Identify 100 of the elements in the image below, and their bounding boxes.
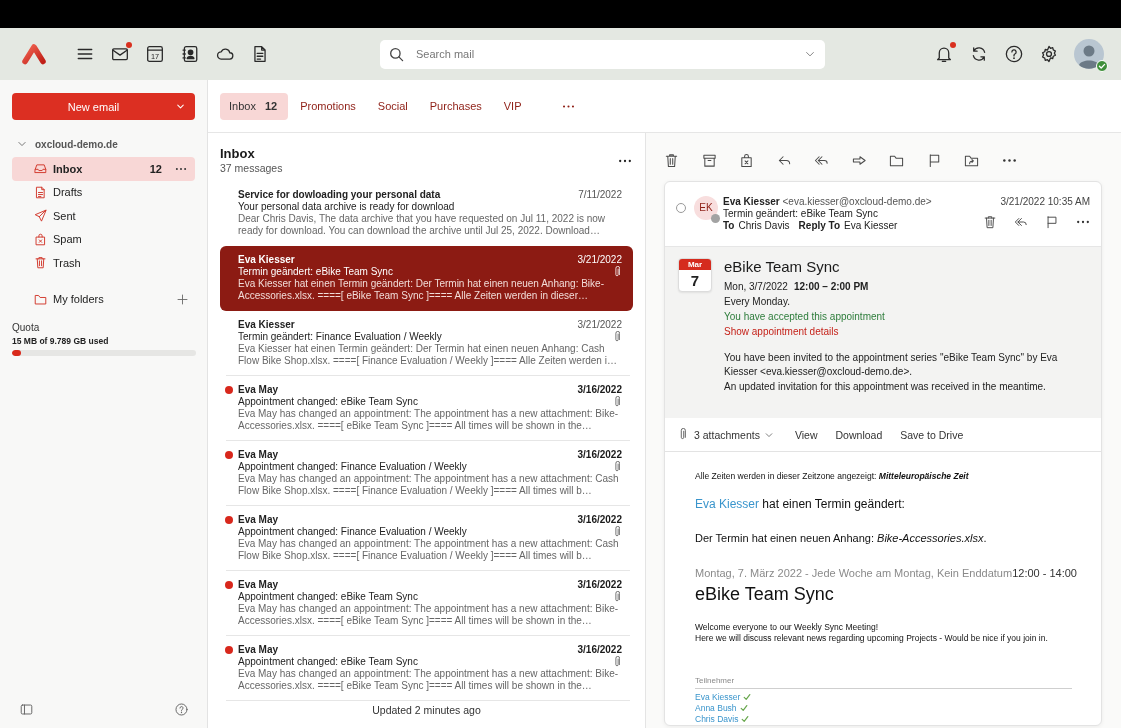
message-date: 3/21/2022 bbox=[577, 319, 622, 331]
event-title: eBike Team Sync bbox=[695, 583, 834, 604]
quota-label: Quota bbox=[12, 322, 41, 334]
attachment-action-button[interactable]: Download bbox=[835, 428, 883, 441]
message-date: 3/16/2022 bbox=[577, 514, 622, 526]
settings-icon[interactable] bbox=[1040, 45, 1058, 63]
avatar-icon[interactable] bbox=[1074, 39, 1104, 69]
trash-icon[interactable] bbox=[983, 215, 997, 229]
refresh-icon[interactable] bbox=[970, 45, 988, 63]
attachment-action-button[interactable]: Save to Drive bbox=[900, 428, 964, 441]
welcome-text: Here we will discuss relevant news regarding upcoming Projects - Would be nice if you join in. bbox=[695, 632, 1049, 644]
paper-plane-icon bbox=[34, 209, 47, 223]
help-icon[interactable] bbox=[1005, 45, 1023, 63]
to-label: To bbox=[723, 220, 735, 232]
inbox-tray-icon bbox=[34, 162, 47, 176]
category-tab[interactable]: Promotions bbox=[290, 92, 366, 120]
logo-icon[interactable] bbox=[21, 43, 47, 65]
sender-name: Eva May bbox=[238, 384, 279, 396]
bag-cross-icon bbox=[34, 232, 47, 246]
message-preview: Eva May has changed an appointment: The appointment has a new attachment: Bike-Accessories.xlsx. ====[ eBike Team Sync ]==== All times will be shown in the… bbox=[238, 408, 620, 432]
attachment-notice: Der Termin hat einen neuen Anhang: Bike-Accessories.xlsx. bbox=[695, 530, 988, 546]
plus-icon[interactable] bbox=[177, 293, 188, 305]
bag-cross-icon[interactable] bbox=[739, 152, 754, 168]
folder-item[interactable]: Trash bbox=[12, 251, 195, 275]
chevron-down-icon[interactable] bbox=[175, 101, 186, 112]
cloud-icon[interactable] bbox=[216, 45, 234, 63]
message-subject: Termin geändert: Finance Evaluation / Weekly bbox=[238, 331, 442, 343]
sender-name: Eva Kiesser bbox=[723, 196, 780, 207]
new-email-button[interactable]: New email bbox=[12, 93, 195, 120]
select-checkbox[interactable] bbox=[676, 203, 686, 213]
search-input[interactable]: Search mail bbox=[416, 48, 792, 60]
acceptance-status: You have accepted this appointment bbox=[724, 311, 885, 322]
participants-heading: Teilnehmer bbox=[695, 675, 735, 685]
folder-icon bbox=[34, 292, 47, 306]
message-preview: Eva Kiesser hat einen Termin geändert: Der Termin hat einen neuen Anhang: Cash Flow Bike Shop.xlsx. ====[ Finance Evaluation / Weekly ]==== Alle Zeiten werden i… bbox=[238, 343, 618, 367]
contacts-icon[interactable] bbox=[181, 45, 199, 63]
category-tab[interactable]: Social bbox=[367, 92, 418, 120]
folder-item[interactable]: Spam bbox=[12, 227, 195, 251]
message-date: 3/21/2022 bbox=[577, 254, 622, 266]
sender-name: Eva Kiesser bbox=[238, 319, 295, 331]
message-subject: Termin geändert: eBike Team Sync bbox=[238, 266, 393, 278]
email-subject: Termin geändert: eBike Team Sync bbox=[723, 208, 878, 219]
email-date: 3/21/2022 10:35 AM bbox=[1000, 196, 1090, 208]
participant-link[interactable]: Anna Bush bbox=[695, 702, 737, 714]
sender-name: Eva May bbox=[238, 644, 279, 656]
paperclip-icon bbox=[679, 428, 686, 441]
category-tab[interactable]: VIP bbox=[493, 92, 532, 120]
list-title: Inbox bbox=[220, 146, 256, 162]
flag-icon[interactable] bbox=[1045, 215, 1059, 229]
archive-box-icon[interactable] bbox=[701, 152, 717, 168]
account-tree-item[interactable]: oxcloud-demo.de bbox=[12, 136, 195, 152]
month-label: Mar bbox=[679, 259, 711, 270]
message-preview: Eva May has changed an appointment: The appointment has a new attachment: Cash Flow Bike Shop.xlsx. ====[ Finance Evaluation / Weekly ]==== All times will b… bbox=[238, 538, 620, 562]
invitation-text: You have been invited to the appointment series "eBike Team Sync" by Eva Kiesser <eva.kiesser@oxcloud-demo.de>. bbox=[724, 350, 1059, 379]
message-subject: Appointment changed: eBike Team Sync bbox=[238, 656, 418, 668]
sender-name: Eva Kiesser bbox=[238, 254, 295, 266]
message-item[interactable] bbox=[220, 246, 633, 311]
reply-all-icon[interactable] bbox=[1014, 215, 1028, 229]
message-preview: Eva Kiesser hat einen Termin geändert: Der Termin hat einen neuen Anhang: Bike-Accessories.xlsx. ====[ eBike Team Sync ]==== Alle Zeiten werden in dieser… bbox=[238, 278, 605, 302]
sender-name: Eva May bbox=[238, 514, 279, 526]
document-icon bbox=[34, 185, 47, 199]
sender-name: Service for dowloading your personal data bbox=[238, 189, 441, 201]
welcome-text: Welcome everyone to our Weekly Sync Meeting! bbox=[695, 621, 879, 633]
participant-link[interactable]: Eva Kiesser bbox=[695, 691, 741, 703]
appointment-time: 12:00 – 2:00 PM bbox=[793, 281, 869, 292]
folder-item[interactable]: Sent bbox=[12, 204, 195, 228]
bell-icon[interactable] bbox=[935, 45, 953, 63]
folder-item[interactable]: Drafts bbox=[12, 180, 195, 204]
message-date: 3/16/2022 bbox=[577, 644, 622, 656]
message-date: 3/16/2022 bbox=[577, 384, 622, 396]
attachment-action-button[interactable]: View bbox=[794, 428, 818, 441]
calendar-icon[interactable]: 17 bbox=[146, 45, 164, 63]
sidebar-toggle-icon[interactable] bbox=[20, 703, 33, 716]
message-preview: Eva May has changed an appointment: The appointment has a new attachment: Bike-Accessories.xlsx. ====[ eBike Team Sync ]==== All times will be shown in the… bbox=[238, 668, 620, 692]
show-details-link[interactable]: Show appointment details bbox=[724, 326, 839, 337]
category-tab[interactable]: Purchases bbox=[419, 92, 492, 120]
search-bar[interactable]: Search mail bbox=[380, 39, 825, 69]
trash-icon[interactable] bbox=[664, 152, 679, 168]
message-subject: Appointment changed: eBike Team Sync bbox=[238, 396, 418, 408]
folder-item[interactable]: Inbox 12 bbox=[12, 157, 195, 181]
message-date: 3/16/2022 bbox=[577, 449, 622, 461]
event-schedule: Montag, 7. März 2022 - Jede Woche am Montag, Kein Enddatum bbox=[695, 565, 1013, 581]
invitation-text: An updated invitation for this appointment was received in the meantime. bbox=[724, 379, 1047, 394]
timezone-note: Alle Zeiten werden in dieser Zeitzone angezeigt: Mitteleuropäische Zeit bbox=[695, 470, 970, 482]
sender-email: <eva.kiesser@oxcloud-demo.de> bbox=[782, 196, 932, 207]
reply-to-label: Reply To bbox=[798, 220, 841, 232]
category-tab[interactable]: Inbox 12 bbox=[220, 92, 289, 120]
message-count: 37 messages bbox=[220, 162, 283, 175]
message-subject: Your personal data archive is ready for download bbox=[238, 201, 455, 213]
attachments-dropdown[interactable]: 3 attachments bbox=[694, 428, 774, 441]
sender-avatar: EK bbox=[694, 196, 718, 220]
document-icon[interactable] bbox=[251, 45, 269, 63]
mail-icon[interactable] bbox=[111, 45, 129, 63]
message-date: 7/11/2022 bbox=[578, 189, 622, 201]
participant-link[interactable]: Chris Davis bbox=[695, 713, 739, 725]
message-preview: Dear Chris Davis, The data archive that you have requested on Jul 11, 2022 is now ready for download. You can download the archive until Jul 25, 2022. Download… bbox=[238, 213, 607, 237]
my-folders-item[interactable]: My folders bbox=[12, 287, 195, 311]
update-status: Updated 2 minutes ago bbox=[372, 703, 481, 717]
message-preview: Eva May has changed an appointment: The appointment has a new attachment: Bike-Accessories.xlsx. ====[ eBike Team Sync ]==== All times will be shown in the… bbox=[238, 603, 620, 627]
quota-usage: 15 MB of 9.789 GB used bbox=[12, 335, 110, 347]
